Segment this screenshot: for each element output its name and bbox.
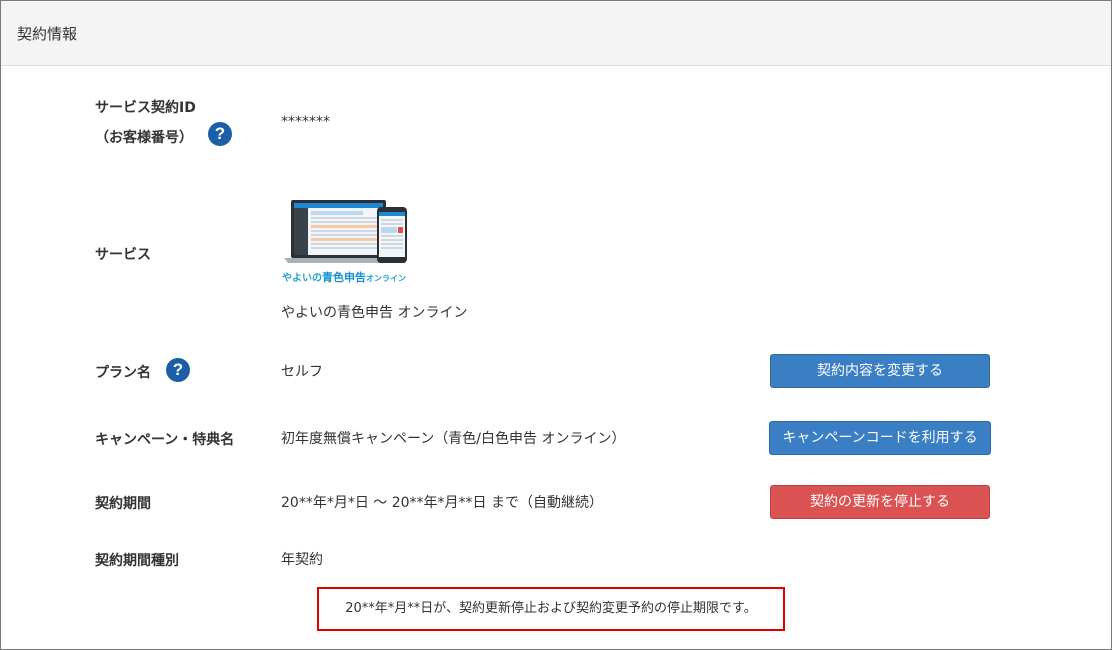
help-icon[interactable]: ? xyxy=(166,358,190,382)
service-value: やよいの青色申告 オンライン xyxy=(281,305,468,321)
campaign-value: 初年度無償キャンペーン（青色/白色申告 オンライン） xyxy=(281,431,626,447)
use-campaign-code-button[interactable]: キャンペーンコードを利用する xyxy=(769,421,991,455)
brand-main: 青色申告 xyxy=(322,271,366,284)
plan-value: セルフ xyxy=(281,364,323,380)
change-contract-button[interactable]: 契約内容を変更する xyxy=(770,354,990,388)
plan-label: プラン名 xyxy=(95,365,151,381)
brand-prefix: やよいの xyxy=(282,273,322,284)
contract-period-type-value: 年契約 xyxy=(281,552,323,568)
service-id-value: ******* xyxy=(281,114,330,130)
panel-title: 契約情報 xyxy=(17,25,78,43)
service-brand-logo: やよいの青色申告オンライン xyxy=(282,269,406,285)
panel-header: 契約情報 xyxy=(1,1,1111,66)
brand-suffix: オンライン xyxy=(366,274,406,283)
help-icon[interactable]: ? xyxy=(208,122,232,146)
service-id-label: サービス契約ID xyxy=(95,100,196,116)
campaign-label: キャンペーン・特典名 xyxy=(95,432,235,448)
customer-number-label: （お客様番号） xyxy=(95,130,193,146)
contract-period-label: 契約期間 xyxy=(95,496,151,512)
contract-period-type-label: 契約期間種別 xyxy=(95,553,179,569)
contract-period-value: 20**年*月*日 ～ 20**年*月**日 まで（自動継続） xyxy=(281,495,603,511)
service-label: サービス xyxy=(95,247,151,263)
contract-info-panel: 契約情報 サービス契約ID （お客様番号） ? ******* サービス やよい… xyxy=(0,0,1112,650)
deadline-notice: 20**年*月**日が、契約更新停止および契約変更予約の停止期限です。 xyxy=(317,587,785,631)
stop-renewal-button[interactable]: 契約の更新を停止する xyxy=(770,485,990,519)
